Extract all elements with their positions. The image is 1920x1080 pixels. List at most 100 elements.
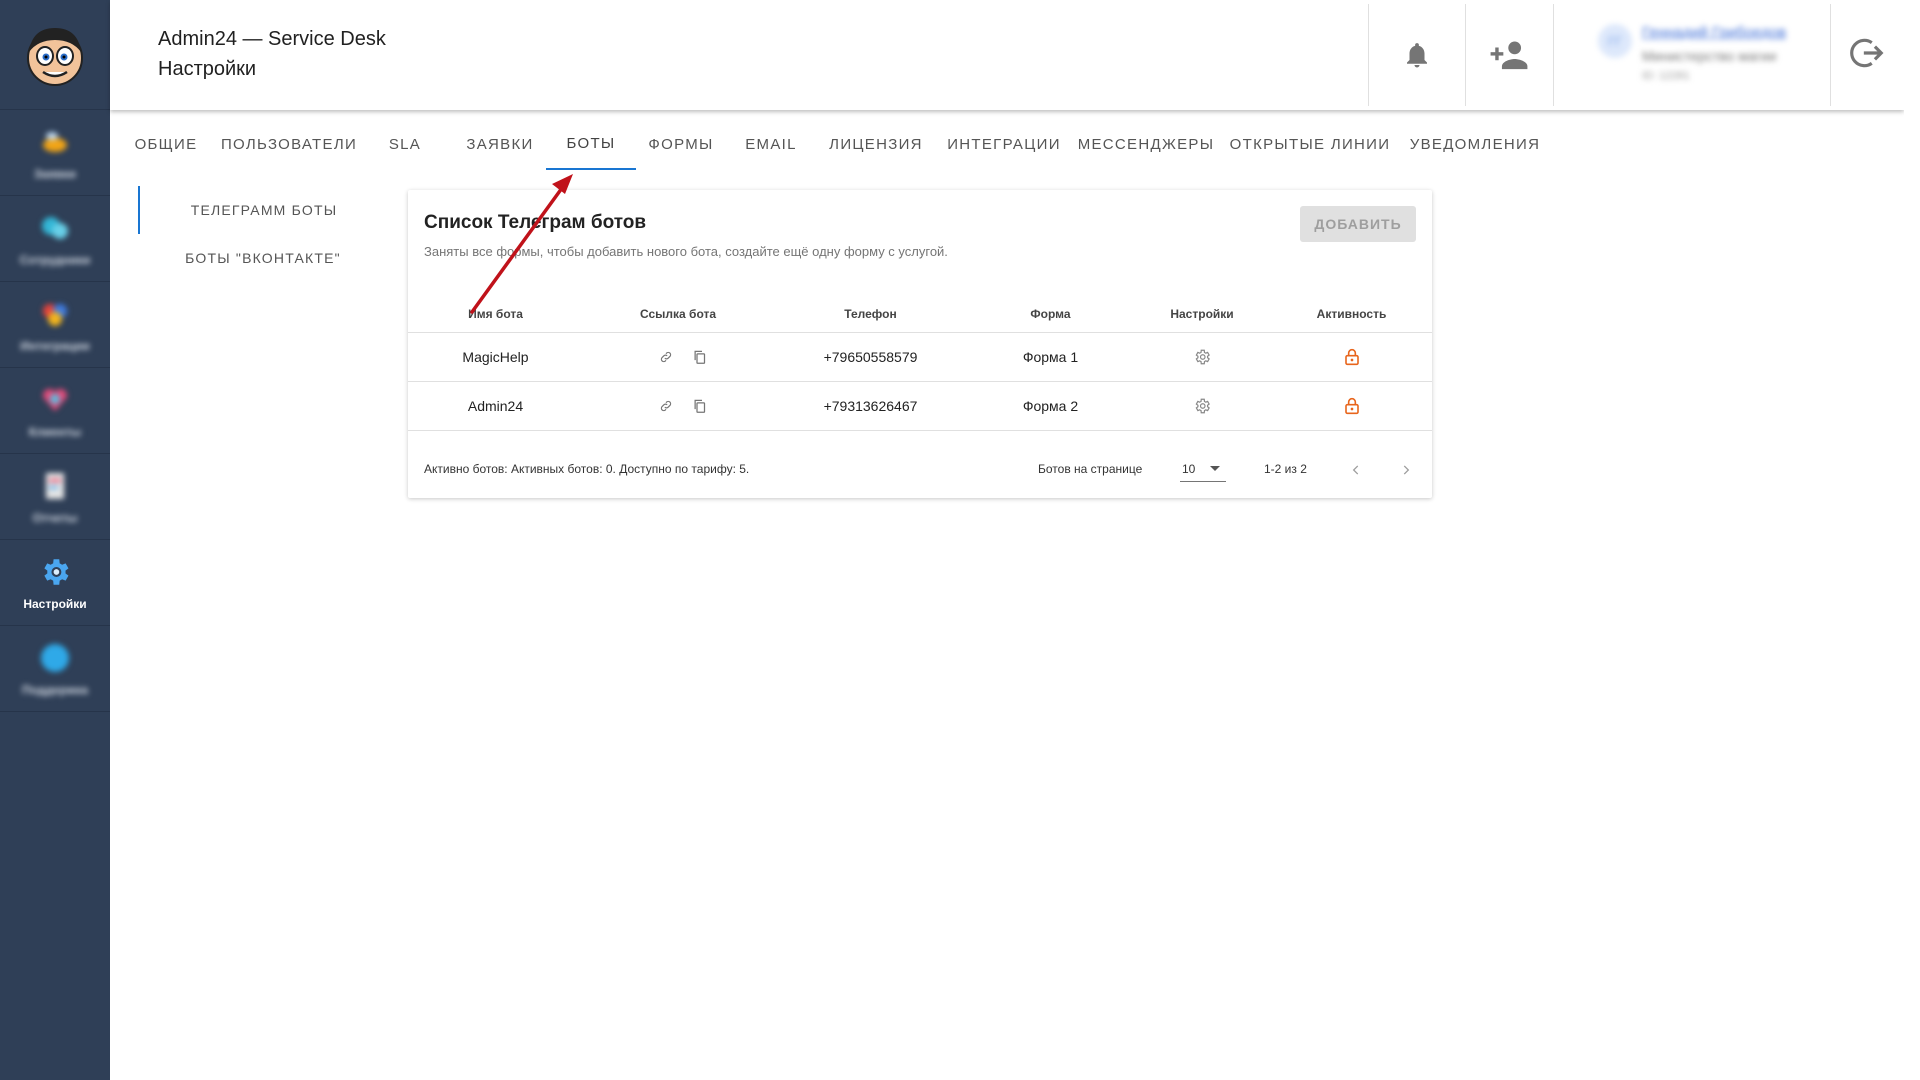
tab-open-lines[interactable]: ОТКРЫТЫЕ ЛИНИИ [1220,118,1400,170]
chevron-left-icon [1352,465,1359,475]
bot-settings-cell [1133,332,1271,382]
sidebar-item-6[interactable]: Поддержка [0,626,110,712]
avatar: ГГ [1598,24,1632,58]
next-page-button[interactable] [1394,458,1418,482]
bot-form-cell: Форма 2 [968,381,1133,431]
bot-phone-cell: +79650558579 [773,332,968,382]
logout-icon [1850,38,1884,68]
add-user-button[interactable] [1484,30,1534,80]
bot-activity-cell [1271,381,1432,431]
table-row: MagicHelp +79650558579 Форма 1 [408,332,1432,382]
pagination-range: 1-2 из 2 [1264,462,1307,476]
sidebar-item-label: Заявки [34,166,76,181]
bots-table: Имя бота Ссылка бота Телефон Форма Настр… [408,296,1432,431]
tab-email[interactable]: EMAIL [726,118,816,170]
add-user-icon [1490,41,1528,70]
card-subtitle: Заняты все формы, чтобы добавить нового … [424,244,948,259]
sidebar-item-4[interactable]: Отчеты [0,454,110,540]
window-scrollbar[interactable] [1904,0,1920,1080]
rows-per-page-select[interactable]: 10 [1180,456,1226,482]
support-icon [41,643,69,672]
sidebar-item-label: Настройки [23,596,87,611]
people-icon [42,216,68,239]
tab-sla[interactable]: SLA [356,118,454,170]
bot-name-cell: MagicHelp [408,332,583,382]
sidebar-item-2[interactable]: Интеграции [0,282,110,368]
user-profile[interactable]: ГГ Геннадий Грибоедов Министерство магии… [1590,18,1810,90]
header-divider [1830,4,1831,106]
clients-icon [43,388,67,411]
user-id: ID: 12281 [1642,70,1690,82]
logout-button[interactable] [1842,28,1892,78]
bot-settings-cell [1133,381,1271,431]
bot-link-cell [583,332,773,382]
table-header-row: Имя бота Ссылка бота Телефон Форма Настр… [408,296,1432,333]
bot-form-cell: Форма 1 [968,332,1133,382]
bee-icon [43,131,67,152]
sidebar-item-label: Отчеты [32,510,78,525]
notifications-button[interactable] [1392,30,1442,80]
lock-icon[interactable] [1344,397,1360,415]
table-footer: Активно ботов: Активных ботов: 0. Доступ… [408,442,1432,498]
page-title: Настройки [158,58,257,80]
bot-link-cell [583,381,773,431]
integrations-icon [43,303,67,326]
lock-icon[interactable] [1344,348,1360,366]
add-bot-button[interactable]: ДОБАВИТЬ [1300,206,1416,242]
user-organization: Министерство магии [1642,48,1777,64]
header-divider [1368,4,1369,106]
subnav-vk-bots[interactable]: БОТЫ "ВКОНТАКТЕ" [138,234,388,282]
sidebar-item-3[interactable]: Клиенты [0,368,110,454]
card-title: Список Телеграм ботов [424,212,647,233]
column-header-settings[interactable]: Настройки [1133,296,1271,333]
sidebar-item-label: Сотрудники [19,252,91,267]
mascot-logo-icon [27,27,83,86]
rows-per-page-value: 10 [1182,461,1196,476]
copy-icon[interactable] [692,349,707,365]
settings-tabs: ОБЩИЕ ПОЛЬЗОВАТЕЛИ SLA ЗАЯВКИ БОТЫ ФОРМЫ… [110,118,1550,170]
tab-integrations[interactable]: ИНТЕГРАЦИИ [936,118,1072,170]
copy-icon[interactable] [692,398,707,414]
column-header-name[interactable]: Имя бота [408,296,583,333]
tab-bots[interactable]: БОТЫ [546,118,636,170]
telegram-bots-card: Список Телеграм ботов Заняты все формы, … [408,190,1432,498]
gear-icon[interactable] [1193,397,1211,415]
link-icon[interactable] [659,399,673,413]
active-bots-summary: Активно ботов: Активных ботов: 0. Доступ… [424,462,750,476]
logo[interactable] [0,0,110,110]
gear-icon[interactable] [1193,348,1211,366]
sidebar-item-0[interactable]: Заявки [0,110,110,196]
tab-forms[interactable]: ФОРМЫ [636,118,726,170]
sidebar-item-settings[interactable]: Настройки [0,540,110,626]
column-header-activity[interactable]: Активность [1271,296,1432,333]
tab-messengers[interactable]: МЕССЕНДЖЕРЫ [1072,118,1220,170]
column-header-form[interactable]: Форма [968,296,1133,333]
header-divider [1553,4,1554,106]
tab-general[interactable]: ОБЩИЕ [110,118,222,170]
sidebar-item-label: Клиенты [28,424,82,439]
tab-users[interactable]: ПОЛЬЗОВАТЕЛИ [221,118,356,170]
table-row: Admin24 +79313626467 Форма 2 [408,381,1432,431]
sidebar-item-label: Поддержка [21,682,89,697]
column-header-phone[interactable]: Телефон [773,296,968,333]
subnav-telegram-bots[interactable]: ТЕЛЕГРАММ БОТЫ [138,186,388,234]
tab-requests[interactable]: ЗАЯВКИ [454,118,546,170]
prev-page-button[interactable] [1344,458,1368,482]
bot-phone-cell: +79313626467 [773,381,968,431]
bot-activity-cell [1271,332,1432,382]
top-header: Admin24 — Service Desk Настройки ГГ Генн… [110,0,1904,110]
sidebar-item-1[interactable]: Сотрудники [0,196,110,282]
tab-license[interactable]: ЛИЦЕНЗИЯ [816,118,936,170]
user-name-link[interactable]: Геннадий Грибоедов [1642,24,1786,41]
sidebar-item-label: Интеграции [20,338,90,353]
chevron-right-icon [1403,465,1410,475]
bot-name-cell: Admin24 [408,381,583,431]
app-title: Admin24 — Service Desk [158,28,386,50]
column-header-link[interactable]: Ссылка бота [583,296,773,333]
bell-icon [1407,43,1427,68]
caret-down-icon [1210,466,1220,471]
rows-per-page-label: Ботов на странице [1038,462,1143,476]
tab-notifications[interactable]: УВЕДОМЛЕНИЯ [1400,118,1550,170]
header-divider [1465,4,1466,106]
link-icon[interactable] [659,350,673,364]
